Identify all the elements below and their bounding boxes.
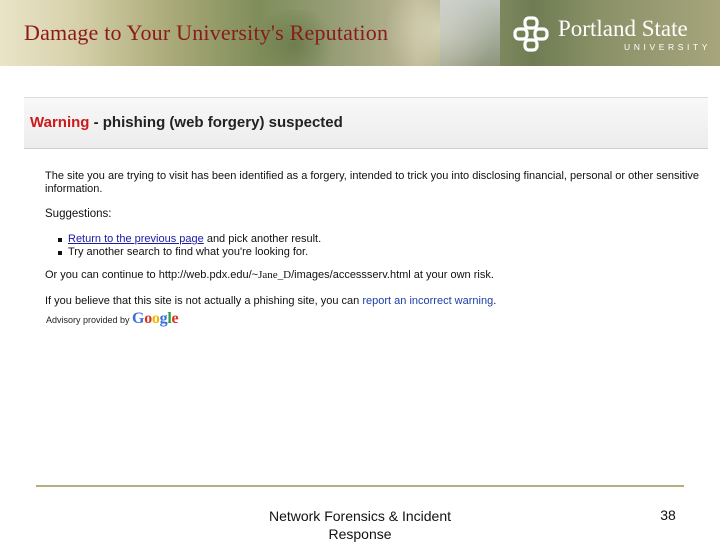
slide-header: Damage to Your University's Reputation P…: [0, 0, 720, 66]
suggestion-1-text: and pick another result.: [203, 233, 322, 245]
university-logo: Portland State UNIVERSITY: [512, 16, 712, 56]
report-warning-link[interactable]: report an incorrect warning: [362, 295, 493, 307]
psu-logo-icon: [513, 16, 549, 52]
advisory-line: Advisory provided by Google: [46, 310, 179, 328]
continue-url-b: Jane_D: [258, 269, 292, 281]
logo-wordmark: Portland State: [558, 16, 688, 41]
continue-paragraph: Or you can continue to http://web.pdx.ed…: [45, 269, 494, 282]
continue-suffix: at your own risk.: [410, 269, 494, 281]
page-number: 38: [660, 507, 676, 523]
google-letter: G: [132, 310, 145, 327]
continue-url-c: /images/accessserv.html: [291, 269, 411, 281]
warning-intro: The site you are trying to visit has bee…: [45, 170, 700, 195]
list-item: Return to the previous page and pick ano…: [58, 233, 321, 246]
google-letter: o: [151, 310, 160, 327]
suggestion-2-text: Try another search to find what you're l…: [68, 246, 309, 258]
logo-subtitle: UNIVERSITY: [624, 42, 712, 52]
header-photo-building: [440, 0, 500, 66]
warning-bar: Warning - phishing (web forgery) suspect…: [24, 97, 708, 149]
report-paragraph: If you believe that this site is not act…: [45, 295, 496, 308]
return-previous-link[interactable]: Return to the previous page: [68, 233, 204, 245]
footer-divider: [36, 485, 684, 487]
advisory-text: Advisory provided by: [46, 315, 133, 325]
footer-course-title: Network Forensics & Incident Response: [268, 508, 452, 542]
suggestions-label: Suggestions:: [45, 208, 112, 220]
believe-prefix: If you believe that this site is not act…: [45, 295, 363, 307]
continue-prefix: Or you can continue to: [45, 269, 159, 281]
google-letter: o: [144, 310, 152, 327]
warning-word: Warning: [30, 114, 90, 131]
list-item: Try another search to find what you're l…: [58, 246, 321, 259]
warning-heading-rest: - phishing (web forgery) suspected: [89, 114, 343, 131]
suggestions-list: Return to the previous page and pick ano…: [58, 233, 321, 259]
google-letter: e: [171, 310, 179, 327]
believe-suffix: .: [493, 295, 497, 307]
warning-heading: Warning - phishing (web forgery) suspect…: [30, 114, 343, 131]
slide-title: Damage to Your University's Reputation: [24, 20, 389, 45]
continue-url-a: http://web.pdx.edu/~: [158, 269, 259, 281]
google-logo: Google: [132, 310, 179, 327]
